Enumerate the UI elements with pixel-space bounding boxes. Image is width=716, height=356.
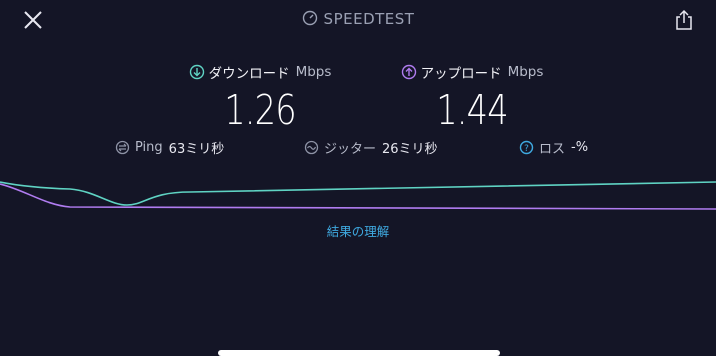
upload-arrow-icon [401, 64, 416, 80]
ping-label: Ping [135, 140, 163, 155]
upload-unit: Mbps [507, 64, 544, 80]
ping-icon [115, 140, 130, 155]
download-unit: Mbps [295, 64, 332, 80]
stats-row: Ping 63ミリ秒 ジッター 26ミリ秒 ? ロス -% [0, 138, 716, 158]
loss-value: -% [571, 140, 589, 155]
loss-stat[interactable]: ? ロス -% [519, 138, 588, 157]
download-metric: ダウンロード Mbps 1.26 [170, 62, 350, 134]
loss-label: ロス [539, 142, 566, 157]
home-indicator [218, 350, 500, 356]
download-arrow-icon [189, 64, 204, 80]
svg-text:?: ? [524, 144, 529, 154]
upload-graph-line [0, 183, 716, 210]
speed-graph [0, 181, 716, 210]
download-value: 1.26 [224, 86, 296, 134]
download-header: ダウンロード Mbps [170, 62, 350, 82]
share-button[interactable] [674, 9, 694, 31]
jitter-stat: ジッター 26ミリ秒 [304, 138, 438, 157]
help-icon[interactable]: ? [519, 140, 534, 155]
upload-metric: アップロード Mbps 1.44 [382, 62, 562, 134]
download-graph-line [0, 181, 716, 206]
ping-stat: Ping 63ミリ秒 [115, 138, 224, 157]
upload-value: 1.44 [436, 86, 508, 134]
app-title-text: SPEEDTEST [323, 10, 415, 28]
jitter-value: 26ミリ秒 [382, 142, 438, 157]
results-explanation-link[interactable]: 結果の理解 [0, 221, 716, 240]
download-label: ダウンロード [208, 66, 290, 82]
app-title: SPEEDTEST [0, 10, 716, 30]
share-icon [676, 9, 692, 30]
jitter-label: ジッター [324, 142, 377, 157]
speedometer-icon [302, 10, 318, 30]
ping-value: 63ミリ秒 [168, 142, 225, 157]
jitter-icon [304, 140, 319, 155]
top-bar: SPEEDTEST [0, 0, 716, 44]
upload-label: アップロード [420, 66, 502, 82]
upload-header: アップロード Mbps [382, 62, 562, 82]
